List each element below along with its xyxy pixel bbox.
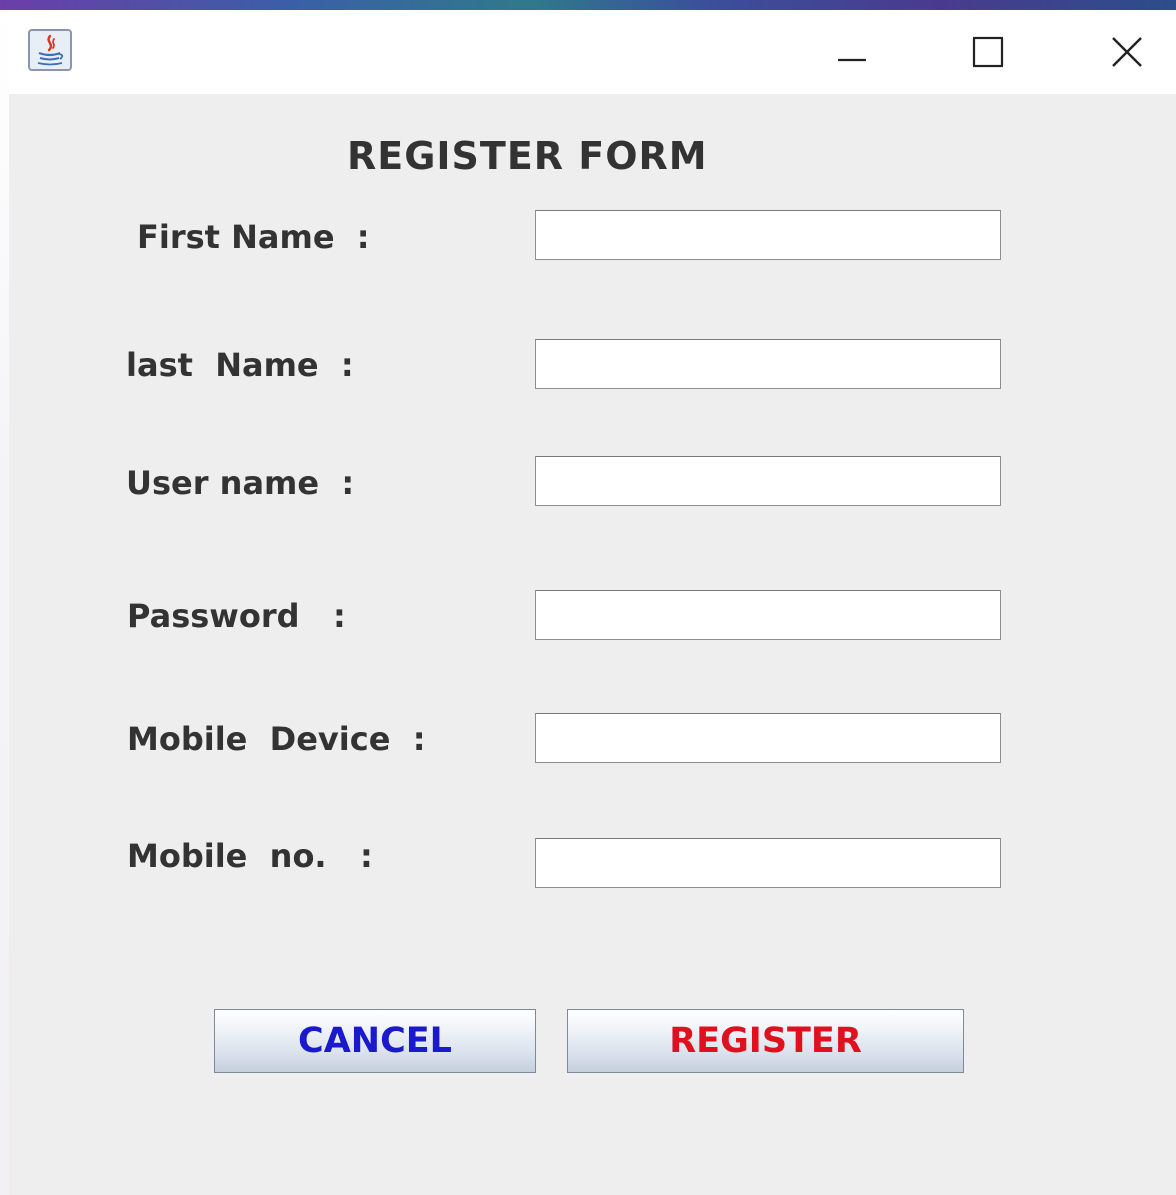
- maximize-icon: [972, 36, 1004, 68]
- password-label: Password :: [127, 597, 346, 635]
- java-coffee-icon[interactable]: [27, 28, 73, 72]
- maximize-button[interactable]: [953, 24, 1023, 80]
- minimize-button[interactable]: [817, 24, 887, 80]
- password-input[interactable]: [535, 590, 1001, 640]
- mobile-number-input[interactable]: [535, 838, 1001, 888]
- mobile-device-label: Mobile Device :: [127, 720, 426, 758]
- username-label: User name :: [126, 464, 355, 502]
- first-name-label: First Name :: [137, 218, 370, 256]
- register-window: REGISTER FORM First Name : last Name : U…: [0, 0, 1176, 1195]
- close-icon: [1112, 37, 1142, 67]
- form-panel: REGISTER FORM First Name : last Name : U…: [9, 94, 1176, 1195]
- mobile-device-input[interactable]: [535, 713, 1001, 763]
- desktop-background-strip: [0, 0, 1176, 10]
- minimize-icon: [838, 58, 866, 62]
- window-left-edge: [0, 10, 9, 1195]
- last-name-input[interactable]: [535, 339, 1001, 389]
- mobile-number-label: Mobile no. :: [127, 837, 373, 875]
- register-button[interactable]: REGISTER: [567, 1009, 964, 1073]
- close-button[interactable]: [1092, 24, 1162, 80]
- username-input[interactable]: [535, 456, 1001, 506]
- last-name-label: last Name :: [126, 346, 354, 384]
- cancel-button[interactable]: CANCEL: [214, 1009, 536, 1073]
- first-name-input[interactable]: [535, 210, 1001, 260]
- title-bar[interactable]: [9, 10, 1176, 94]
- form-title: REGISTER FORM: [347, 134, 708, 178]
